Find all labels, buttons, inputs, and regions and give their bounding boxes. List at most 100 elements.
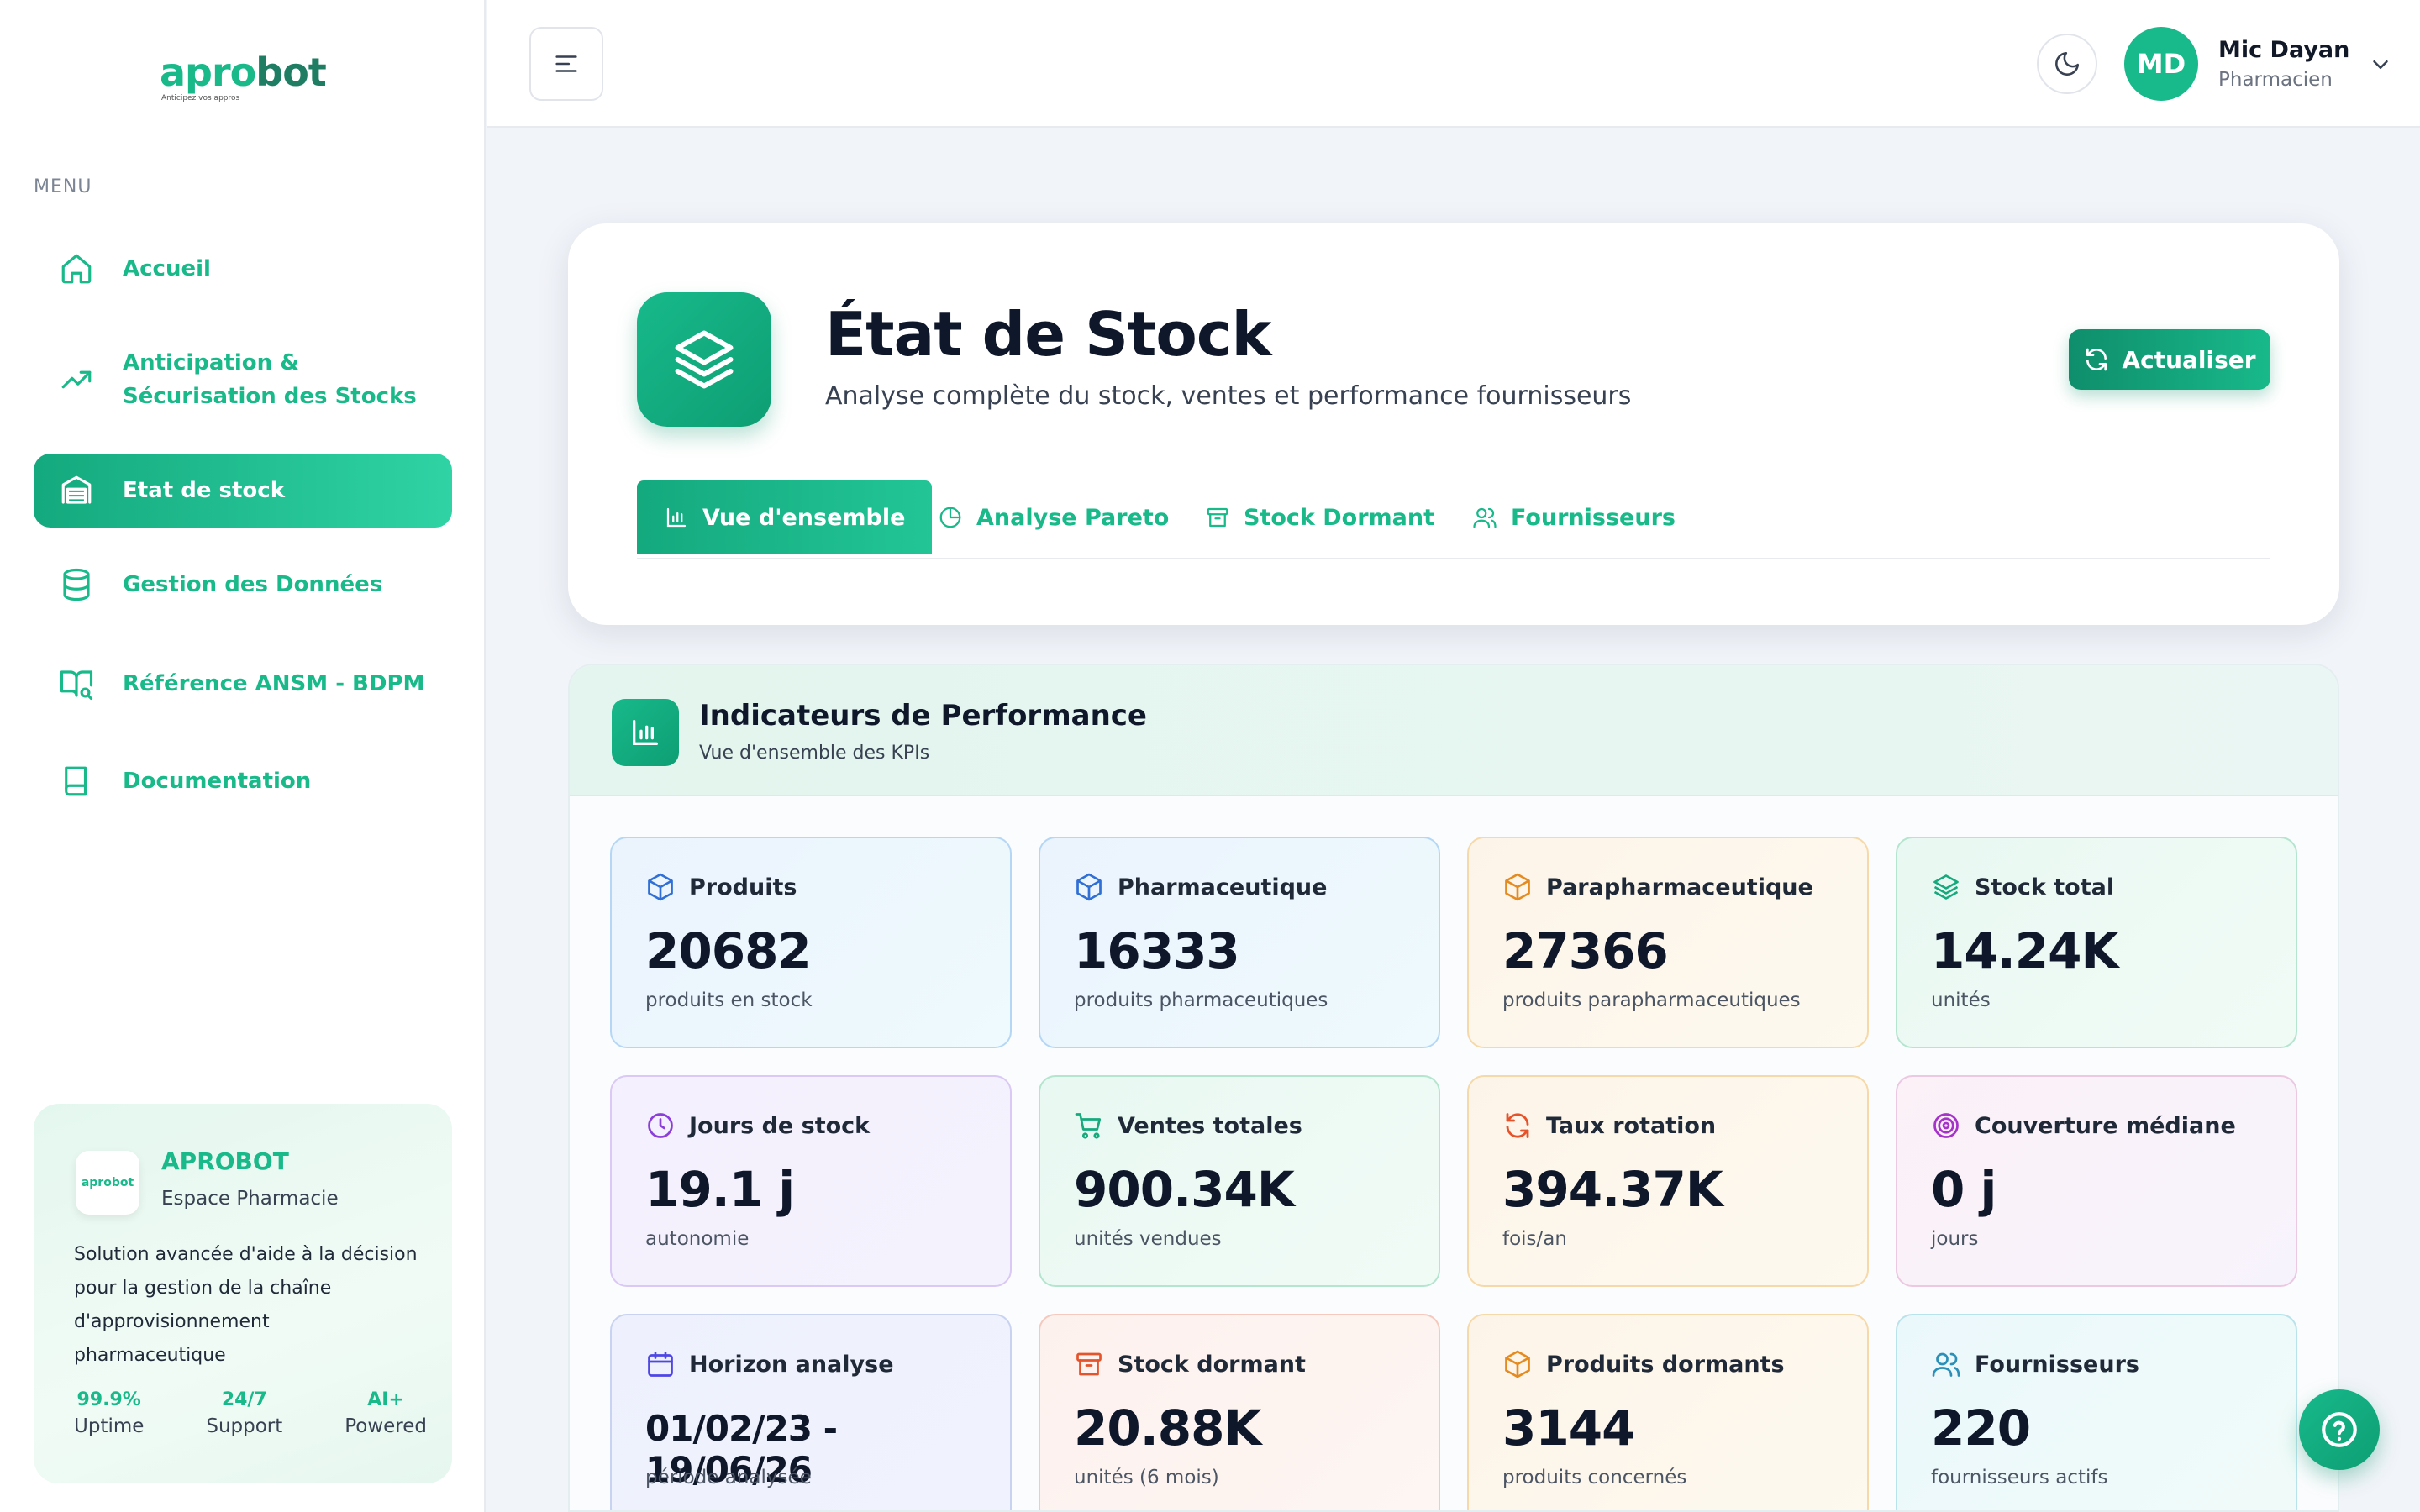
kpi-card-value: 900.34K xyxy=(1074,1161,1295,1218)
kpi-card-subtitle: période analysée xyxy=(645,1467,812,1488)
stat-label: Support xyxy=(206,1415,283,1437)
stat-powered: AI+ Powered xyxy=(345,1389,427,1437)
target-icon xyxy=(1933,1113,1959,1138)
user-name[interactable]: Mic Dayan xyxy=(2218,37,2349,63)
pie-chart-icon xyxy=(939,507,961,528)
tab-analyse-pareto[interactable]: Analyse Pareto xyxy=(938,480,1169,554)
kpi-card-title: Taux rotation xyxy=(1546,1112,1717,1139)
sidebar: aprobot Anticipez vos appros MENU Accuei… xyxy=(0,0,486,1512)
package-icon xyxy=(1505,873,1530,901)
kpi-card-title: Horizon analyse xyxy=(689,1351,894,1378)
sidebar-item-etat-de-stock[interactable]: Etat de stock xyxy=(34,454,452,528)
users-icon xyxy=(1473,507,1497,528)
stat-label: Powered xyxy=(345,1415,427,1437)
tab-stock-dormant[interactable]: Stock Dormant xyxy=(1205,480,1434,554)
kpi-card-title: Jours de stock xyxy=(689,1112,871,1139)
kpi-card-value: 220 xyxy=(1931,1399,2031,1457)
refresh-icon xyxy=(2086,348,2107,371)
kpi-card-couverture-mediane: Couverture médiane 0 j jours xyxy=(1896,1075,2297,1287)
kpi-card-value: 3144 xyxy=(1502,1399,1635,1457)
bar-chart-icon xyxy=(612,699,679,766)
kpi-card-produits-dormants: Produits dormants 3144 produits concerné… xyxy=(1467,1314,1869,1510)
promo-card: aprobot APROBOT Espace Pharmacie Solutio… xyxy=(34,1104,452,1483)
kpi-card-value: 20.88K xyxy=(1074,1399,1261,1457)
help-button[interactable] xyxy=(2299,1389,2380,1470)
promo-subtitle: Espace Pharmacie xyxy=(161,1188,339,1210)
kpi-card-subtitle: unités (6 mois) xyxy=(1074,1467,1219,1488)
sidebar-item-documentation[interactable]: Documentation xyxy=(34,758,452,805)
kpi-card-jours-de-stock: Jours de stock 19.1 j autonomie xyxy=(610,1075,1012,1287)
warehouse-icon xyxy=(61,475,92,504)
calendar-icon xyxy=(648,1352,673,1377)
kpi-card-title: Fournisseurs xyxy=(1975,1351,2139,1378)
stat-value: AI+ xyxy=(367,1389,404,1410)
tab-label: Fournisseurs xyxy=(1511,504,1676,531)
promo-title: APROBOT xyxy=(161,1147,289,1175)
page-header-card: État de Stock Analyse complète du stock,… xyxy=(568,223,2339,625)
page-title: État de Stock xyxy=(825,299,1271,370)
kpi-card-value: 19.1 j xyxy=(645,1161,795,1218)
kpi-card-value: 0 j xyxy=(1931,1161,1996,1218)
database-icon xyxy=(63,568,90,601)
home-icon xyxy=(61,254,92,284)
kpi-card-title: Produits dormants xyxy=(1546,1351,1785,1378)
tab-fournisseurs[interactable]: Fournisseurs xyxy=(1472,480,1676,554)
help-circle-icon xyxy=(2322,1412,2357,1447)
kpi-card-subtitle: unités xyxy=(1931,990,1991,1011)
kpi-card-title: Pharmaceutique xyxy=(1118,874,1328,900)
kpi-card-title: Ventes totales xyxy=(1118,1112,1302,1139)
stat-support: 24/7 Support xyxy=(206,1389,282,1437)
sidebar-item-label: Référence ANSM - BDPM xyxy=(123,671,425,696)
tab-label: Stock Dormant xyxy=(1244,504,1435,531)
avatar[interactable]: MD xyxy=(2124,27,2198,101)
sidebar-item-gestion-donnees[interactable]: Gestion des Données xyxy=(34,561,452,608)
stat-value: 99.9% xyxy=(76,1389,141,1410)
sidebar-item-anticipation[interactable]: Anticipation & Sécurisation des Stocks xyxy=(34,343,452,417)
layers-icon xyxy=(637,292,771,427)
book-search-icon xyxy=(60,670,93,701)
kpi-card-subtitle: autonomie xyxy=(645,1228,750,1250)
kpi-card-value: 16333 xyxy=(1074,922,1240,979)
kpi-card-taux-rotation: Taux rotation 394.37K fois/an xyxy=(1467,1075,1869,1287)
theme-toggle-button[interactable] xyxy=(2037,34,2097,94)
kpi-section: Indicateurs de Performance Vue d'ensembl… xyxy=(568,664,2339,1512)
logo-text-accent: bot xyxy=(255,50,327,95)
kpi-header: Indicateurs de Performance Vue d'ensembl… xyxy=(570,665,2338,796)
stat-uptime: 99.9% Uptime xyxy=(74,1389,144,1437)
archive-icon xyxy=(1076,1352,1102,1376)
logo-text: apro xyxy=(160,50,256,95)
kpi-card-subtitle: produits en stock xyxy=(645,990,813,1011)
menu-toggle-button[interactable] xyxy=(529,27,603,101)
trending-up-icon xyxy=(61,370,92,389)
kpi-card-subtitle: jours xyxy=(1931,1228,1979,1250)
kpi-card-parapharmaceutique: Parapharmaceutique 27366 produits paraph… xyxy=(1467,837,1869,1048)
tab-vue-ensemble[interactable]: Vue d'ensemble xyxy=(637,480,933,554)
sidebar-item-reference-ansm[interactable]: Référence ANSM - BDPM xyxy=(34,660,452,707)
topbar: MD Mic Dayan Pharmacien xyxy=(487,0,2420,128)
kpi-card-subtitle: produits pharmaceutiques xyxy=(1074,990,1328,1011)
app-logo[interactable]: aprobot Anticipez vos appros xyxy=(160,50,345,106)
kpi-card-stock-dormant: Stock dormant 20.88K unités (6 mois) xyxy=(1039,1314,1440,1510)
package-icon xyxy=(1076,873,1102,901)
kpi-card-title: Couverture médiane xyxy=(1975,1112,2236,1139)
bar-chart-icon xyxy=(666,507,687,528)
archive-icon xyxy=(1207,507,1228,528)
tab-label: Vue d'ensemble xyxy=(702,504,906,531)
sidebar-item-accueil[interactable]: Accueil xyxy=(34,245,452,292)
kpi-card-produits: Produits 20682 produits en stock xyxy=(610,837,1012,1048)
logo-tagline: Anticipez vos appros xyxy=(161,94,240,102)
user-role: Pharmacien xyxy=(2218,69,2333,91)
tab-bar: Vue d'ensemble Analyse Pareto Stock Dorm… xyxy=(637,480,2270,559)
kpi-card-title: Stock total xyxy=(1975,874,2115,900)
kpi-card-subtitle: fois/an xyxy=(1502,1228,1567,1250)
chevron-down-icon[interactable] xyxy=(2368,52,2393,77)
layers-icon xyxy=(1933,874,1959,900)
kpi-card-subtitle: produits parapharmaceutiques xyxy=(1502,990,1801,1011)
kpi-card-fournisseurs: Fournisseurs 220 fournisseurs actifs xyxy=(1896,1314,2297,1510)
kpi-card-subtitle: fournisseurs actifs xyxy=(1931,1467,2108,1488)
refresh-icon xyxy=(1506,1113,1529,1138)
page-subtitle: Analyse complète du stock, ventes et per… xyxy=(825,381,1632,411)
refresh-button[interactable]: Actualiser xyxy=(2069,329,2270,390)
package-icon xyxy=(1505,1350,1530,1378)
promo-logo: aprobot xyxy=(76,1151,139,1215)
